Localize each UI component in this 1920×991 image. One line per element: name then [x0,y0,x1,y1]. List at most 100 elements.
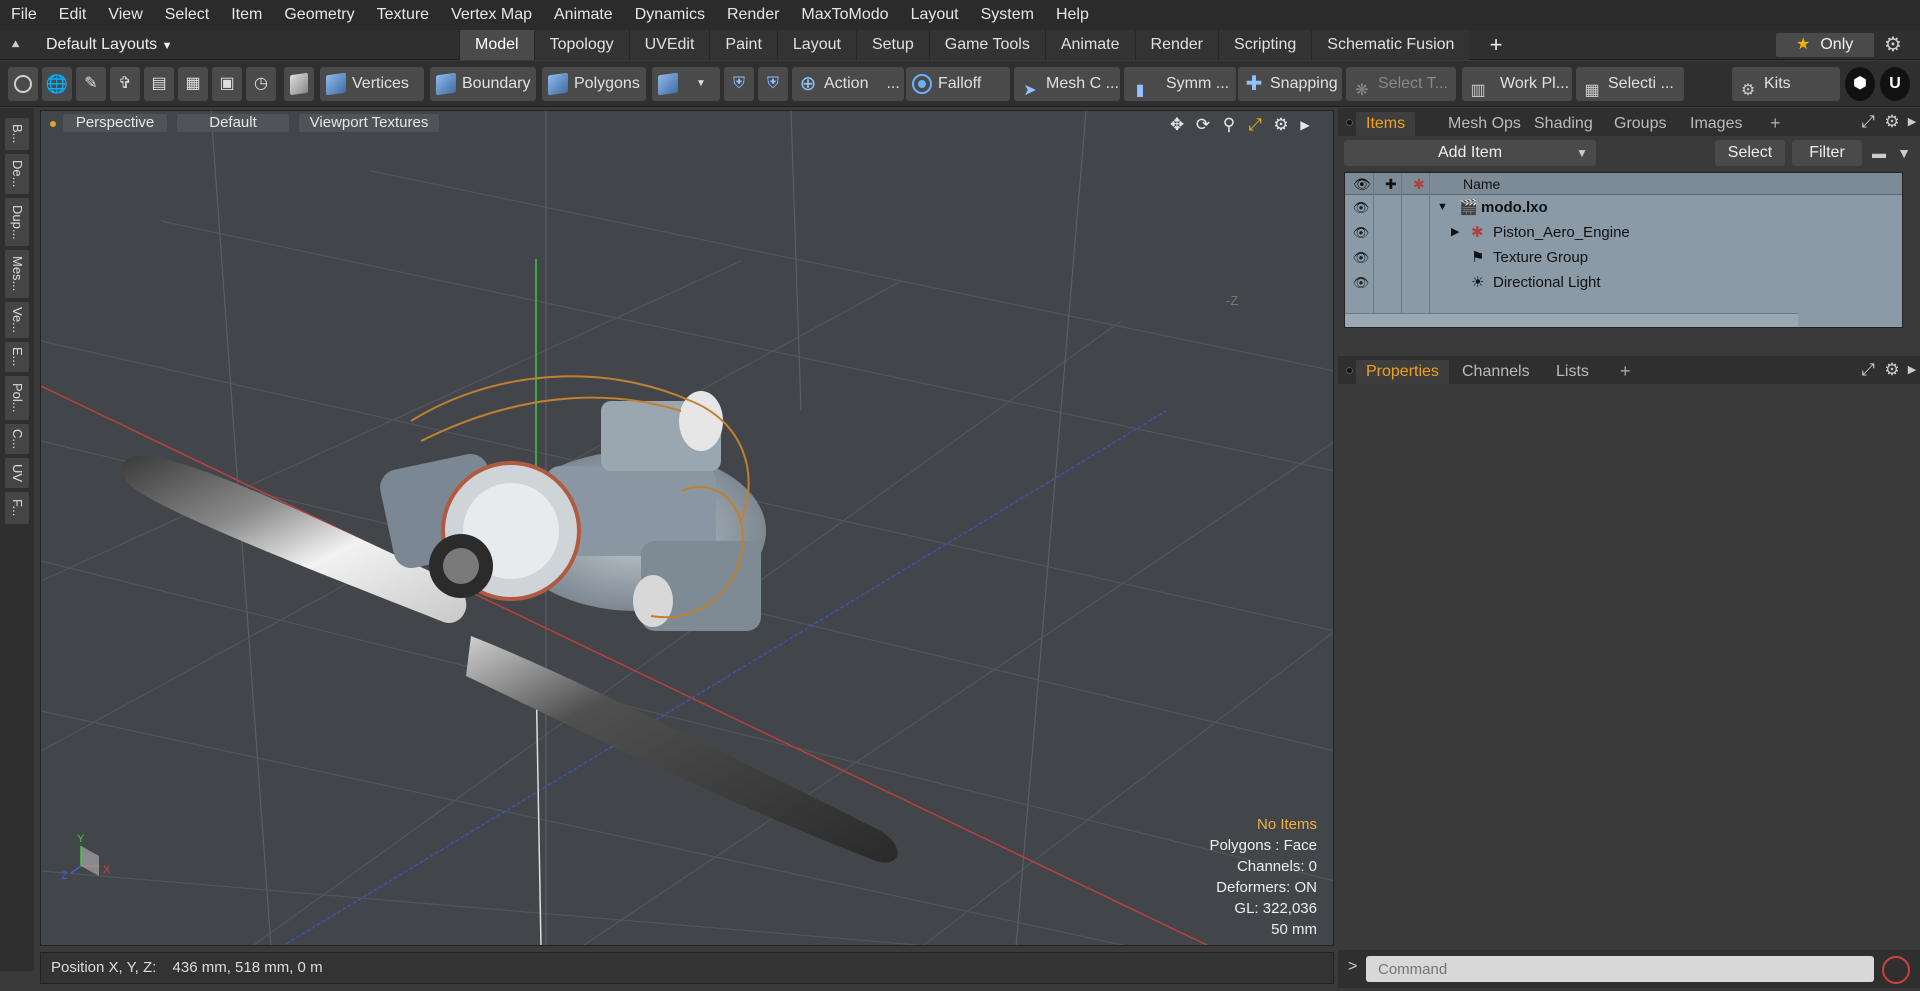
panel-menu-dot-icon[interactable] [1346,119,1353,126]
visibility-column-icon[interactable]: 👁 [1353,173,1371,195]
menu-edit[interactable]: Edit [48,0,98,30]
locator-column-icon[interactable]: ✱ [1413,173,1425,195]
select-through-button[interactable]: ❋ Select T... [1346,67,1456,101]
menu-view[interactable]: View [97,0,153,30]
name-column-header[interactable]: Name [1463,173,1500,195]
expand-arrow-icon[interactable]: ▶ [1451,220,1459,245]
tab-topology[interactable]: Topology [533,30,629,60]
menu-system[interactable]: System [970,0,1045,30]
unreal-button[interactable]: U [1880,67,1910,101]
item-mode-button[interactable] [284,67,314,101]
view-mode-dropdown[interactable]: Perspective [63,114,167,132]
strip-tab-polygon[interactable]: Pol... [5,376,29,420]
tab-render[interactable]: Render [1134,30,1219,60]
tab-channels[interactable]: Channels [1452,360,1540,384]
pen-button[interactable]: ✎ [76,67,106,101]
tab-mesh-ops[interactable]: Mesh Ops [1438,112,1531,136]
frame-button[interactable]: ▣ [212,67,242,101]
vertices-button[interactable]: Vertices [320,67,424,101]
tab-uvedit[interactable]: UVEdit [628,30,710,60]
funnel-icon[interactable]: ▼ [1893,143,1915,163]
menu-select[interactable]: Select [154,0,220,30]
menu-item[interactable]: Item [220,0,273,30]
zoom-icon[interactable]: ⚲ [1219,115,1239,135]
visibility-eye-icon[interactable]: 👁 [1351,220,1371,245]
visibility-eye-icon[interactable]: 👁 [1351,270,1371,295]
tab-setup[interactable]: Setup [855,30,929,60]
add-tab-button[interactable]: + [1482,30,1510,60]
select-circle-button[interactable] [8,67,38,101]
shading-dropdown[interactable]: Default [177,114,289,132]
tab-lists[interactable]: Lists [1546,360,1599,384]
strip-tab-uv[interactable]: UV [5,458,29,488]
panel-gear-icon[interactable]: ⚙ [1882,360,1902,380]
rotate-icon[interactable]: ⟳ [1193,115,1213,135]
panel-arrow-icon[interactable]: ▶ [1902,112,1920,132]
expand-panel-icon[interactable]: ⤢ [1858,360,1878,380]
only-button[interactable]: ★ Only [1776,33,1874,57]
tab-model[interactable]: Model [459,30,534,60]
menu-maxtomodo[interactable]: MaxToModo [790,0,899,30]
tab-items[interactable]: Items [1356,112,1416,136]
tree-row-mesh[interactable]: 👁 ▶ ✱ Piston_Aero_Engine [1345,220,1902,245]
add-panel-tab-icon[interactable]: + [1770,112,1781,134]
gear-icon[interactable]: ⚙ [1884,34,1906,56]
work-plane-button[interactable]: ▥ Work Pl... [1462,67,1572,101]
add-panel-tab-icon[interactable]: + [1620,360,1631,382]
polygons-button[interactable]: Polygons [542,67,646,101]
panel-menu-dot-icon[interactable] [1346,367,1353,374]
kits-button[interactable]: ⚙ Kits [1732,67,1840,101]
tab-paint[interactable]: Paint [709,30,777,60]
lock-column-icon[interactable]: ✚ [1385,173,1397,195]
add-item-chevron-icon[interactable]: ▼ [1576,146,1588,160]
tree-row-texture-group[interactable]: 👁 ⚑ Texture Group [1345,245,1902,270]
tab-animate[interactable]: Animate [1044,30,1135,60]
menu-geometry[interactable]: Geometry [273,0,365,30]
panel-arrow-icon[interactable]: ▶ [1902,360,1920,380]
menu-help[interactable]: Help [1045,0,1100,30]
collapse-arrow-icon[interactable]: ⯅ [10,36,28,54]
menu-animate[interactable]: Animate [543,0,624,30]
visibility-eye-icon[interactable]: 👁 [1351,195,1371,220]
tab-schematic-fusion[interactable]: Schematic Fusion [1311,30,1470,60]
strip-tab-deform[interactable]: De... [5,154,29,194]
tab-scripting[interactable]: Scripting [1218,30,1312,60]
select-button[interactable]: Select [1715,140,1785,166]
shield-button[interactable]: ⛨ [724,67,754,101]
collapse-list-icon[interactable]: ▬ [1868,143,1890,163]
tab-images[interactable]: Images [1680,112,1752,136]
maximize-icon[interactable]: ⤢ [1245,115,1265,135]
command-input[interactable] [1366,956,1874,982]
tree-horizontal-scrollbar[interactable] [1345,313,1798,327]
falloff-button[interactable]: Falloff [906,67,1010,101]
mesh-constraint-button[interactable]: ➤ Mesh C ... [1014,67,1120,101]
menu-dynamics[interactable]: Dynamics [624,0,716,30]
selection-sets-button[interactable]: ▦ Selecti ... [1576,67,1684,101]
shield-alt-button[interactable]: ⛨ [758,67,788,101]
tab-groups[interactable]: Groups [1604,112,1676,136]
record-icon[interactable] [1882,956,1910,984]
symmetry-button[interactable]: ▮ Symm ... [1124,67,1236,101]
strip-tab-mesh[interactable]: Mes... [5,250,29,298]
viewport-menu-dot-icon[interactable] [50,121,56,127]
strip-tab-curve[interactable]: C... [5,424,29,454]
play-icon[interactable]: ▶ [1295,115,1315,135]
array-button[interactable]: ▤ [144,67,174,101]
menu-render[interactable]: Render [716,0,790,30]
tab-properties[interactable]: Properties [1356,360,1449,384]
expand-panel-icon[interactable]: ⤢ [1858,112,1878,132]
3d-viewport[interactable]: -Z Y X Z Perspective Default Viewport Te… [40,110,1334,946]
tab-game-tools[interactable]: Game Tools [928,30,1045,60]
tab-shading[interactable]: Shading [1524,112,1603,136]
textures-dropdown[interactable]: Viewport Textures [299,114,439,132]
menu-texture[interactable]: Texture [366,0,440,30]
brush-button[interactable]: ✞ [110,67,140,101]
strip-tab-edge[interactable]: E... [5,342,29,372]
clock-button[interactable]: ◷ [246,67,276,101]
menu-file[interactable]: File [0,0,48,30]
globe-button[interactable]: 🌐 [42,67,72,101]
expand-arrow-icon[interactable]: ▼ [1437,195,1448,220]
strip-tab-basic[interactable]: B... [5,118,29,150]
menu-vertex-map[interactable]: Vertex Map [440,0,543,30]
menu-layout[interactable]: Layout [900,0,970,30]
